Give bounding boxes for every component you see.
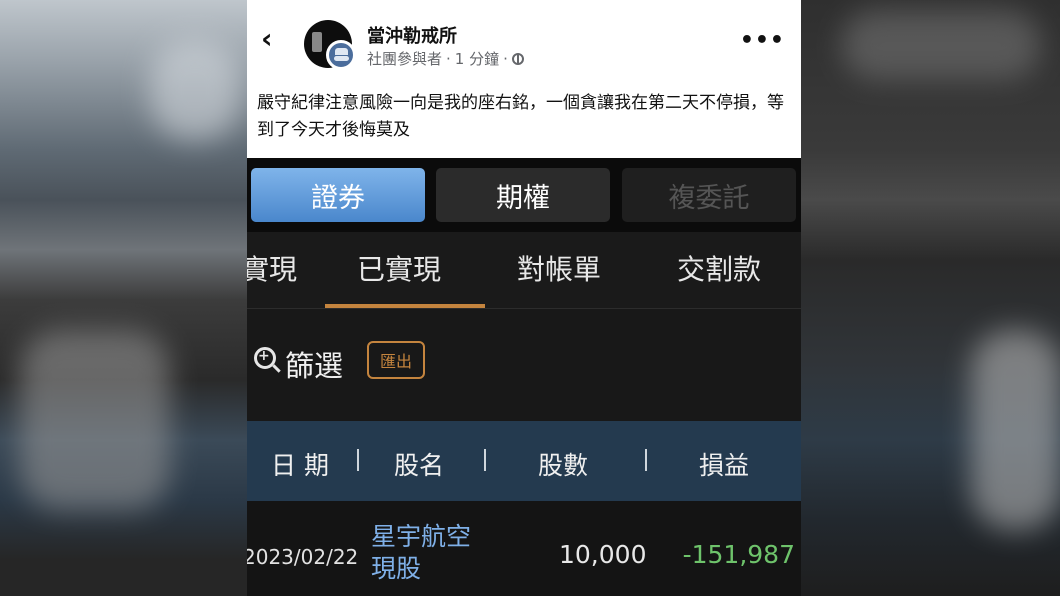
row-shares: 10,000: [559, 540, 647, 569]
blurred-background-left: [0, 0, 247, 596]
column-divider: [645, 449, 647, 471]
table-header: 日 期 股名 股數 損益: [247, 421, 801, 501]
row-date: 2023/02/22: [247, 545, 359, 569]
active-tab-indicator: [325, 304, 485, 308]
column-header-date: 日 期: [271, 451, 329, 480]
segment-subbrokerage[interactable]: 複委託: [622, 168, 796, 222]
stock-type: 現股: [371, 554, 422, 583]
post-text: 嚴守紀律注意風險一向是我的座右銘，一個貪讓我在第二天不停損，等到了今天才後悔莫及: [257, 93, 784, 140]
segment-options[interactable]: 期權: [436, 168, 610, 222]
row-pnl: -151,987: [682, 540, 795, 569]
facebook-post-header: ‹ 當沖勒戒所 社團參與者 · 1 分鐘 · ••• 嚴守紀律注意風險一向是我的…: [247, 0, 801, 158]
column-divider: [357, 449, 359, 471]
column-header-stock: 股名: [394, 451, 445, 480]
tab-unrealized[interactable]: 實現: [247, 248, 297, 288]
report-tabs: 實現 已實現 對帳單 交割款: [247, 232, 801, 309]
post-time[interactable]: 1 分鐘: [455, 48, 499, 69]
table-row[interactable]: 2023/02/22 星宇航空 現股 10,000 -151,987: [247, 501, 801, 596]
tab-settlement[interactable]: 交割款: [677, 248, 761, 288]
account-type-segments: 證券 期權 複委託: [247, 158, 801, 232]
stock-name: 星宇航空: [371, 522, 472, 551]
globe-icon: [511, 52, 524, 65]
anonymous-member-icon: [326, 40, 356, 70]
segment-securities[interactable]: 證券: [251, 168, 425, 222]
column-header-pnl: 損益: [699, 451, 750, 480]
post-meta: 社團參與者 · 1 分鐘 ·: [367, 48, 524, 69]
avatar-image: [312, 32, 322, 52]
column-header-shares: 股數: [538, 451, 589, 480]
filter-button[interactable]: 篩選: [285, 343, 343, 385]
tab-realized[interactable]: 已實現: [357, 248, 441, 288]
member-role: 社團參與者: [367, 50, 443, 68]
row-stock-name[interactable]: 星宇航空 現股: [371, 521, 471, 585]
tab-statement[interactable]: 對帳單: [517, 248, 601, 288]
chevron-left-icon[interactable]: ‹: [261, 24, 273, 54]
phone-screen: ‹ 當沖勒戒所 社團參與者 · 1 分鐘 · ••• 嚴守紀律注意風險一向是我的…: [247, 0, 801, 596]
export-button[interactable]: 匯出: [367, 341, 425, 379]
column-divider: [484, 449, 486, 471]
filter-bar: + 篩選 匯出: [247, 309, 801, 421]
group-name[interactable]: 當沖勒戒所: [367, 22, 457, 48]
more-dots-icon[interactable]: •••: [740, 28, 785, 53]
blurred-background-right: [801, 0, 1060, 596]
